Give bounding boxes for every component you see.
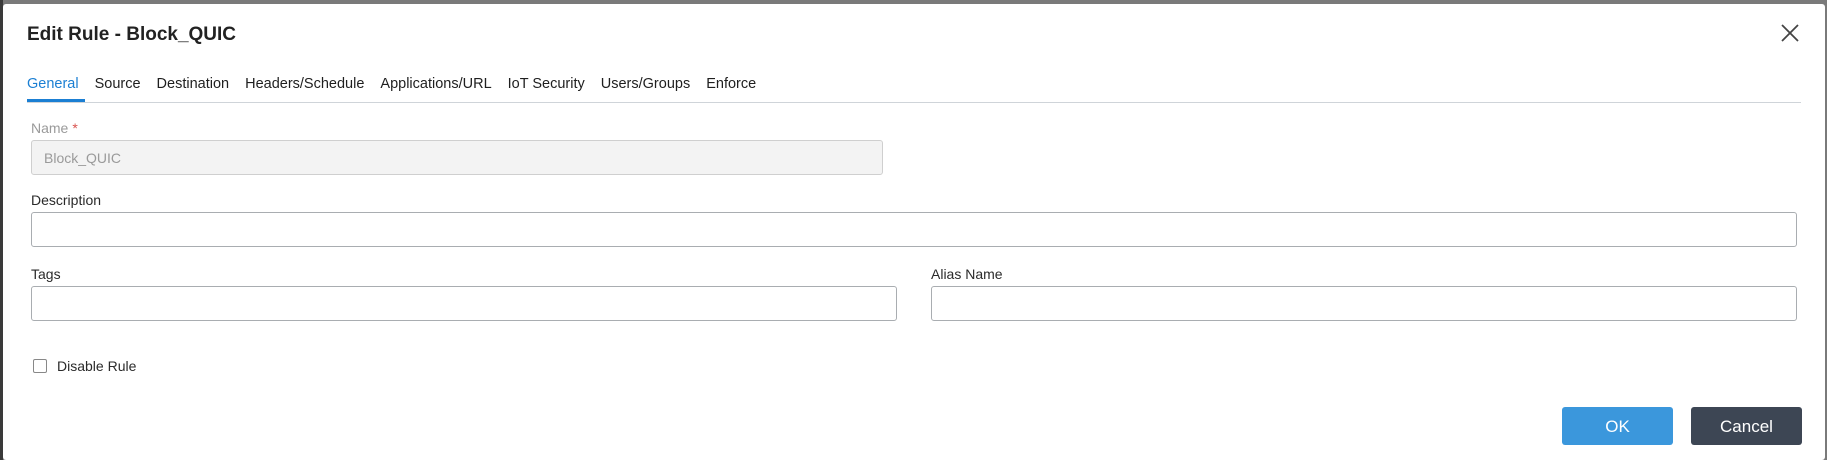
name-label-text: Name bbox=[31, 120, 69, 136]
edit-rule-dialog: Edit Rule - Block_QUIC General Source De… bbox=[3, 4, 1825, 460]
tab-iot-security[interactable]: IoT Security bbox=[508, 70, 585, 101]
cancel-button[interactable]: Cancel bbox=[1691, 407, 1802, 445]
alias-name-input[interactable] bbox=[931, 286, 1797, 321]
tab-users-groups[interactable]: Users/Groups bbox=[601, 70, 690, 101]
disable-rule-label[interactable]: Disable Rule bbox=[57, 358, 136, 374]
description-label: Description bbox=[31, 192, 102, 208]
tags-input[interactable] bbox=[31, 286, 897, 321]
tab-enforce[interactable]: Enforce bbox=[706, 70, 756, 101]
dialog-title: Edit Rule - Block_QUIC bbox=[27, 24, 237, 45]
tab-destination[interactable]: Destination bbox=[157, 70, 230, 101]
tab-applications-url[interactable]: Applications/URL bbox=[380, 70, 491, 101]
close-button[interactable] bbox=[1777, 20, 1803, 46]
name-input[interactable] bbox=[31, 140, 883, 175]
tags-label: Tags bbox=[31, 266, 61, 282]
tab-headers-schedule[interactable]: Headers/Schedule bbox=[245, 70, 364, 101]
disable-rule-checkbox[interactable] bbox=[33, 359, 47, 373]
required-mark: * bbox=[72, 120, 78, 136]
tab-source[interactable]: Source bbox=[95, 70, 141, 101]
tab-general[interactable]: General bbox=[27, 70, 85, 102]
alias-name-label: Alias Name bbox=[931, 266, 1003, 282]
tab-bar: General Source Destination Headers/Sched… bbox=[27, 70, 1801, 103]
close-icon bbox=[1781, 24, 1799, 42]
name-label: Name * bbox=[31, 120, 78, 136]
ok-button[interactable]: OK bbox=[1562, 407, 1673, 445]
description-input[interactable] bbox=[31, 212, 1797, 247]
